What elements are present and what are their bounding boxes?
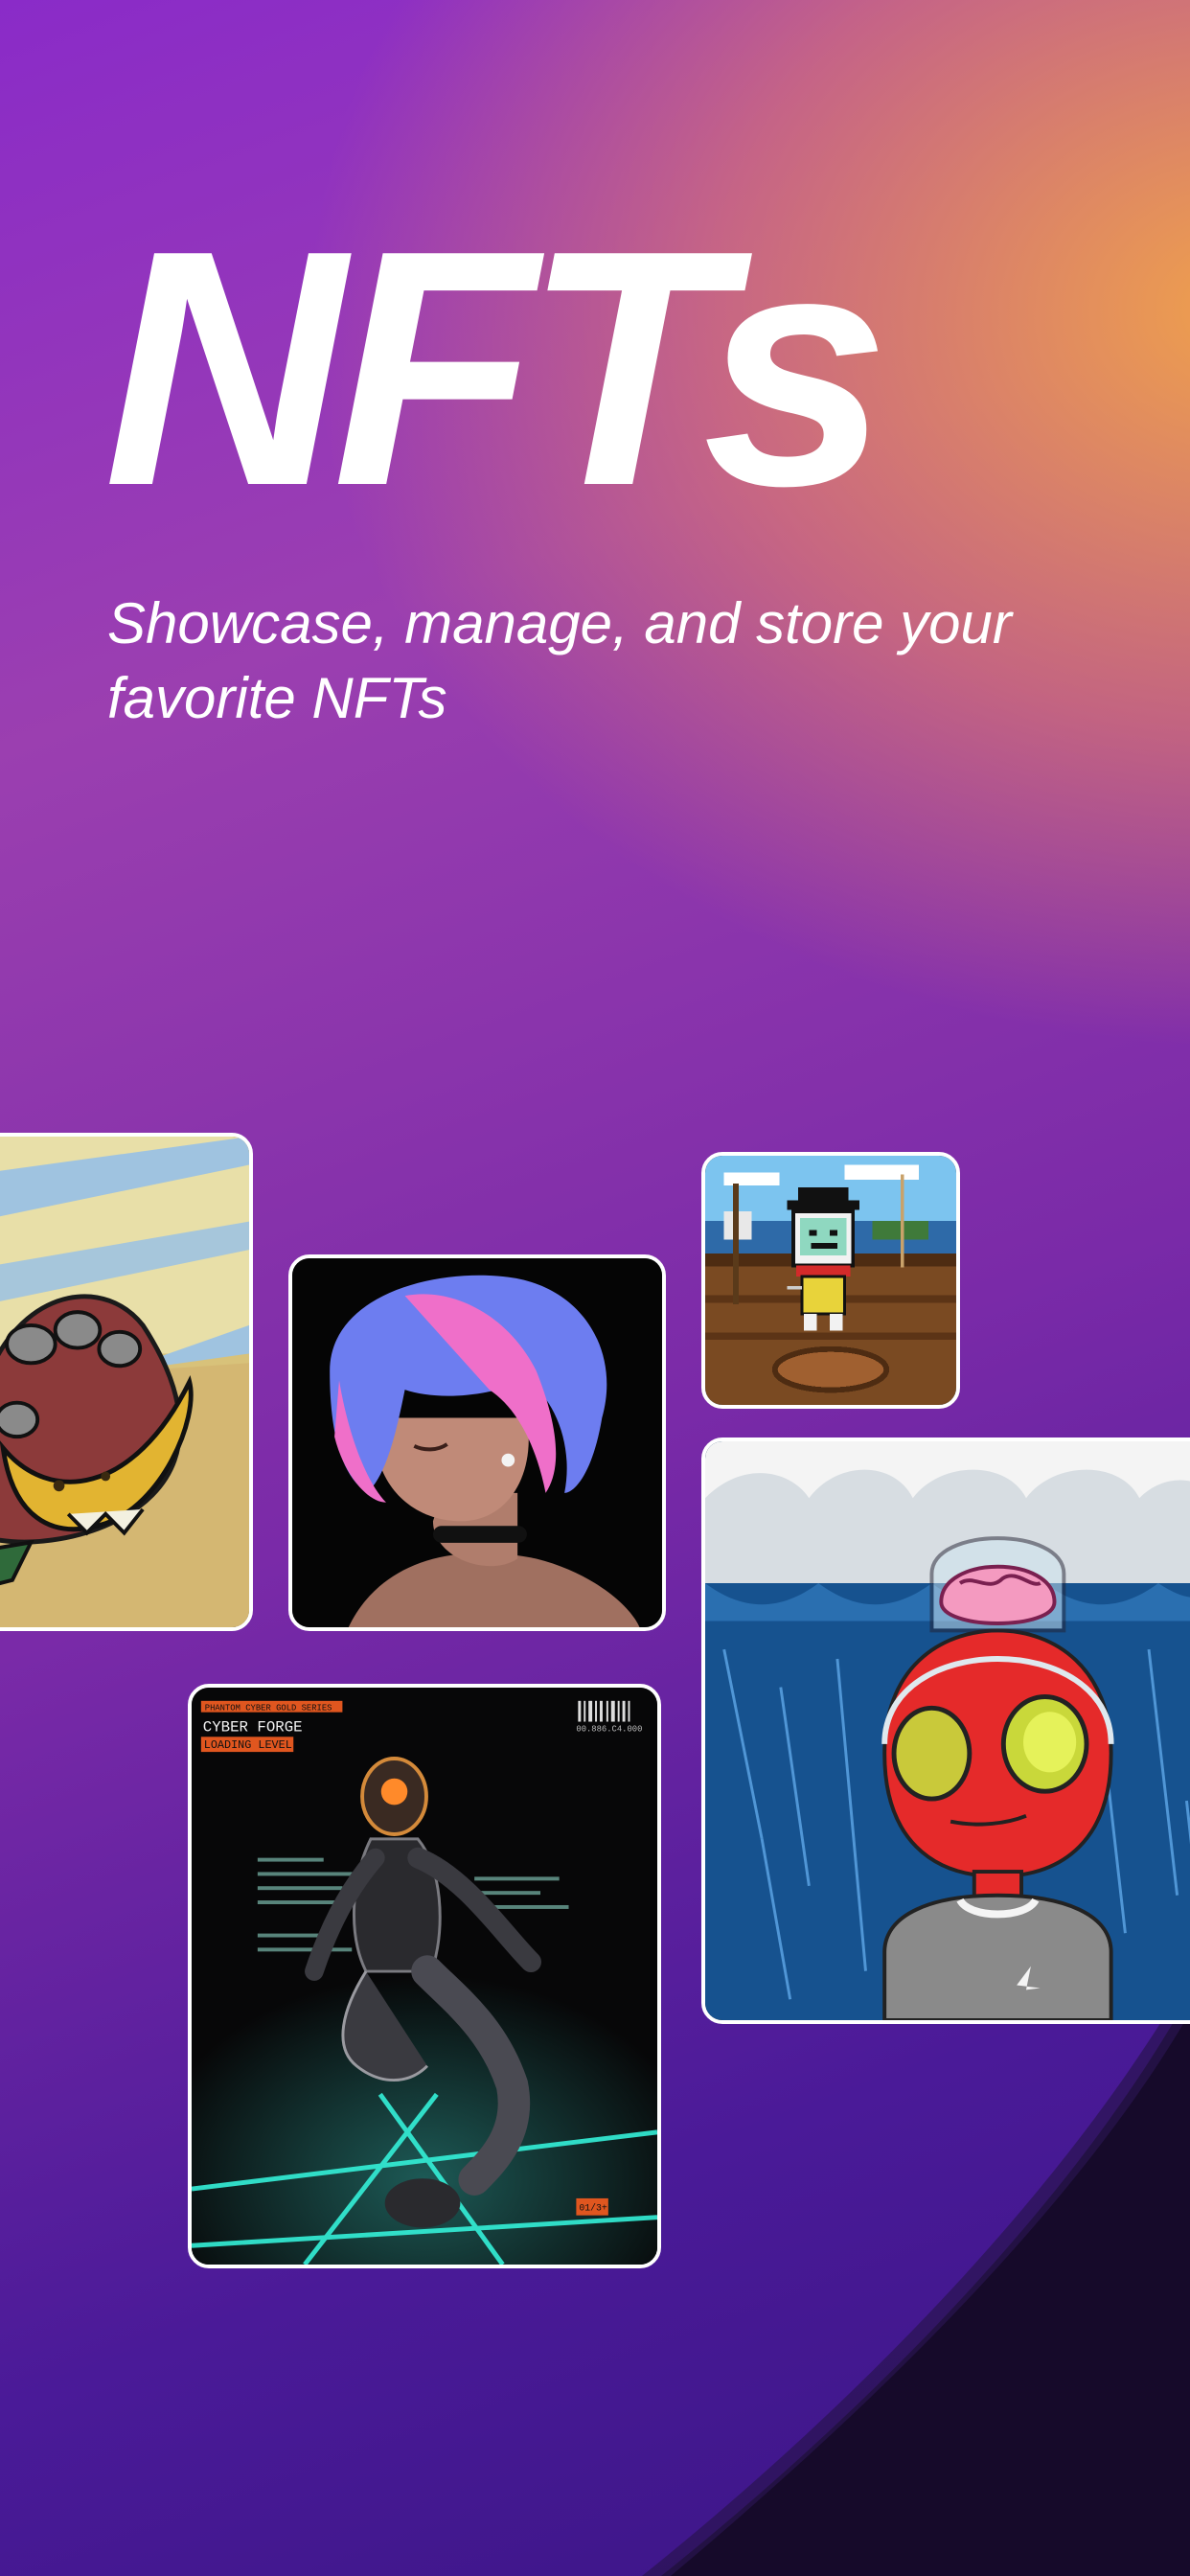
cyber-brand-label: CYBER FORGE	[203, 1718, 303, 1736]
cyber-header-line: PHANTOM CYBER GOLD SERIES	[205, 1704, 332, 1714]
cyber-loading-label: LOADING LEVEL	[204, 1738, 292, 1752]
pixel-pirate-robot-art	[705, 1156, 956, 1405]
hero-title: NFTs	[103, 181, 889, 556]
cyber-code-label: 00.886.C4.000	[576, 1724, 642, 1734]
nft-card-cyber-forge[interactable]: PHANTOM CYBER GOLD SERIES CYBER FORGE LO…	[188, 1684, 661, 2268]
nft-card-monkey-hand[interactable]	[0, 1133, 253, 1631]
red-alien-brain-art	[705, 1441, 1190, 2020]
nft-card-anime-girl[interactable]	[288, 1254, 666, 1631]
cyber-forge-figure-art: PHANTOM CYBER GOLD SERIES CYBER FORGE LO…	[192, 1688, 657, 2265]
anime-girl-portrait-art	[292, 1258, 662, 1627]
nft-card-pirate-robot[interactable]	[701, 1152, 960, 1409]
hero-subtitle: Showcase, manage, and store your favorit…	[107, 591, 1012, 730]
monkey-hand-banana-art	[0, 1137, 249, 1627]
cyber-tag-label: 01/3+	[579, 2203, 607, 2214]
nft-card-red-alien[interactable]	[701, 1438, 1190, 2024]
